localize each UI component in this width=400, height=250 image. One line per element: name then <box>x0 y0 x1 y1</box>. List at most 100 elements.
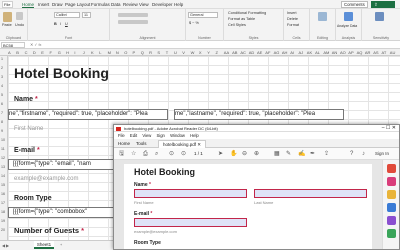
column-header[interactable]: S <box>157 50 160 55</box>
row-header[interactable]: 19 <box>1 219 5 223</box>
export-pdf-icon[interactable] <box>387 164 396 173</box>
cell-title[interactable]: Hotel Booking <box>14 65 109 81</box>
italic-icon[interactable]: I <box>60 22 61 26</box>
column-header[interactable]: AB <box>232 50 237 55</box>
search-icon[interactable] <box>318 12 327 21</box>
share-button[interactable]: ⇪ <box>371 1 395 8</box>
add-sheet-icon[interactable]: + <box>60 243 62 247</box>
column-header[interactable]: W <box>191 50 195 55</box>
column-header[interactable]: C <box>25 50 28 55</box>
column-header[interactable]: AH <box>282 50 288 55</box>
cell-room-label[interactable]: Room Type <box>14 195 52 202</box>
indent-icon[interactable] <box>118 20 148 24</box>
row-header[interactable]: 13 <box>1 165 5 169</box>
tab-formulas[interactable]: Formulas <box>91 2 110 7</box>
bookmark-star-icon[interactable]: ☆ <box>131 151 136 157</box>
column-header[interactable]: AN <box>332 50 338 55</box>
cell-last-name-code[interactable]: me","lastname", "required": true, "place… <box>174 109 344 120</box>
column-header[interactable]: AE <box>257 50 262 55</box>
undo-icon[interactable] <box>16 12 23 20</box>
page-down-icon[interactable]: ⊙ <box>181 151 186 157</box>
cell-guests-label[interactable]: Number of Guests * <box>14 226 84 235</box>
format-as-table-button[interactable]: Format as Table <box>228 17 255 21</box>
combine-files-icon[interactable] <box>387 203 396 212</box>
column-header[interactable]: F <box>50 50 52 55</box>
share-pdf-icon[interactable]: ⇪ <box>324 151 329 157</box>
tab-data[interactable]: Data <box>111 2 121 7</box>
fill-sign-icon[interactable] <box>387 229 396 238</box>
menu-view[interactable]: View <box>142 133 151 138</box>
cell-email-label[interactable]: E-mail * <box>14 147 40 154</box>
paste-icon[interactable] <box>3 12 12 22</box>
zoom-in-icon[interactable]: ⊕ <box>254 151 259 157</box>
column-header[interactable]: G <box>58 50 61 55</box>
zoom-out-icon[interactable]: ⊖ <box>242 151 247 157</box>
column-header[interactable]: AC <box>240 50 246 55</box>
window-controls-icon[interactable]: – ☐ ✕ <box>382 125 396 132</box>
column-header[interactable]: J <box>83 50 85 55</box>
column-header[interactable]: L <box>99 50 101 55</box>
cell-first-name-hint[interactable]: First Name <box>14 126 43 132</box>
tab-page-layout[interactable]: Page Layout <box>65 2 90 7</box>
column-header[interactable]: AG <box>274 50 280 55</box>
column-header[interactable]: AU <box>390 50 396 55</box>
column-header[interactable]: I <box>74 50 75 55</box>
column-header[interactable]: AM <box>323 50 329 55</box>
menu-file[interactable]: File <box>118 133 125 138</box>
row-header[interactable]: 9 <box>1 129 3 133</box>
column-header[interactable]: E <box>41 50 44 55</box>
comment-icon[interactable]: ✎ <box>286 151 291 157</box>
row-header[interactable]: 16 <box>1 192 5 196</box>
column-header[interactable]: O <box>124 50 127 55</box>
bell-icon[interactable]: ♪ <box>362 151 365 157</box>
save-icon[interactable]: 🖫 <box>119 151 124 157</box>
font-size-select[interactable]: 11 <box>82 12 91 18</box>
row-header[interactable]: 7 <box>1 111 3 115</box>
tab-hotelbooking-pdf[interactable]: hotelbooking.pdf ✕ <box>158 140 207 148</box>
cell-styles-button[interactable]: Cell Styles <box>228 23 246 27</box>
row-header[interactable]: 8 <box>1 120 3 124</box>
column-header[interactable]: AP <box>348 50 353 55</box>
column-header[interactable]: D <box>33 50 36 55</box>
page-indicator[interactable]: 1 / 1 <box>194 151 203 156</box>
menu-help[interactable]: Help <box>190 133 199 138</box>
currency-icon[interactable]: $ ~ % <box>189 21 199 25</box>
column-header[interactable]: AQ <box>357 50 363 55</box>
column-header[interactable]: AK <box>307 50 312 55</box>
row-header[interactable]: 1 <box>1 57 3 61</box>
number-format-select[interactable]: General <box>188 12 218 18</box>
menu-sign[interactable]: Sign <box>157 133 165 138</box>
comments-button[interactable]: Comments <box>341 1 368 8</box>
tab-acrobat-tools[interactable]: Tools <box>136 140 147 147</box>
column-header[interactable]: V <box>182 50 185 55</box>
fit-page-icon[interactable]: ▦ <box>274 151 280 157</box>
column-header[interactable]: H <box>66 50 69 55</box>
cell-email-hint[interactable]: example@example.com <box>14 176 78 182</box>
sheet-tab-sheet1[interactable]: Sheet1 <box>34 241 54 249</box>
bold-icon[interactable]: B <box>54 22 57 26</box>
column-header[interactable]: R <box>149 50 152 55</box>
column-header[interactable]: AT <box>382 50 387 55</box>
sign-icon[interactable]: ✒ <box>310 151 315 157</box>
column-header[interactable]: AI <box>290 50 294 55</box>
column-header[interactable]: Z <box>216 50 218 55</box>
row-header[interactable]: 11 <box>1 147 5 151</box>
edit-pdf-icon[interactable] <box>387 177 396 186</box>
column-header[interactable]: Y <box>207 50 210 55</box>
tab-insert[interactable]: Insert <box>38 2 49 7</box>
tab-help[interactable]: Help <box>174 2 183 7</box>
column-header[interactable]: AR <box>365 50 371 55</box>
column-header[interactable]: AS <box>373 50 378 55</box>
tab-draw[interactable]: Draw <box>52 2 63 7</box>
column-header[interactable]: P <box>133 50 136 55</box>
cell-name-label[interactable]: Name * <box>14 96 38 103</box>
highlight-icon[interactable]: ✍ <box>298 151 305 157</box>
column-header[interactable]: Q <box>141 50 144 55</box>
conditional-formatting-button[interactable]: Conditional Formatting <box>228 11 266 15</box>
cell-first-name-code[interactable]: ne","firstname", "required": true, "plac… <box>8 109 168 120</box>
pdf-email-field[interactable] <box>134 218 247 227</box>
row-header[interactable]: 18 <box>1 210 5 214</box>
format-cells-button[interactable]: Format <box>287 23 299 27</box>
comment-tool-icon[interactable] <box>387 190 396 199</box>
tab-review[interactable]: Review <box>123 2 138 7</box>
